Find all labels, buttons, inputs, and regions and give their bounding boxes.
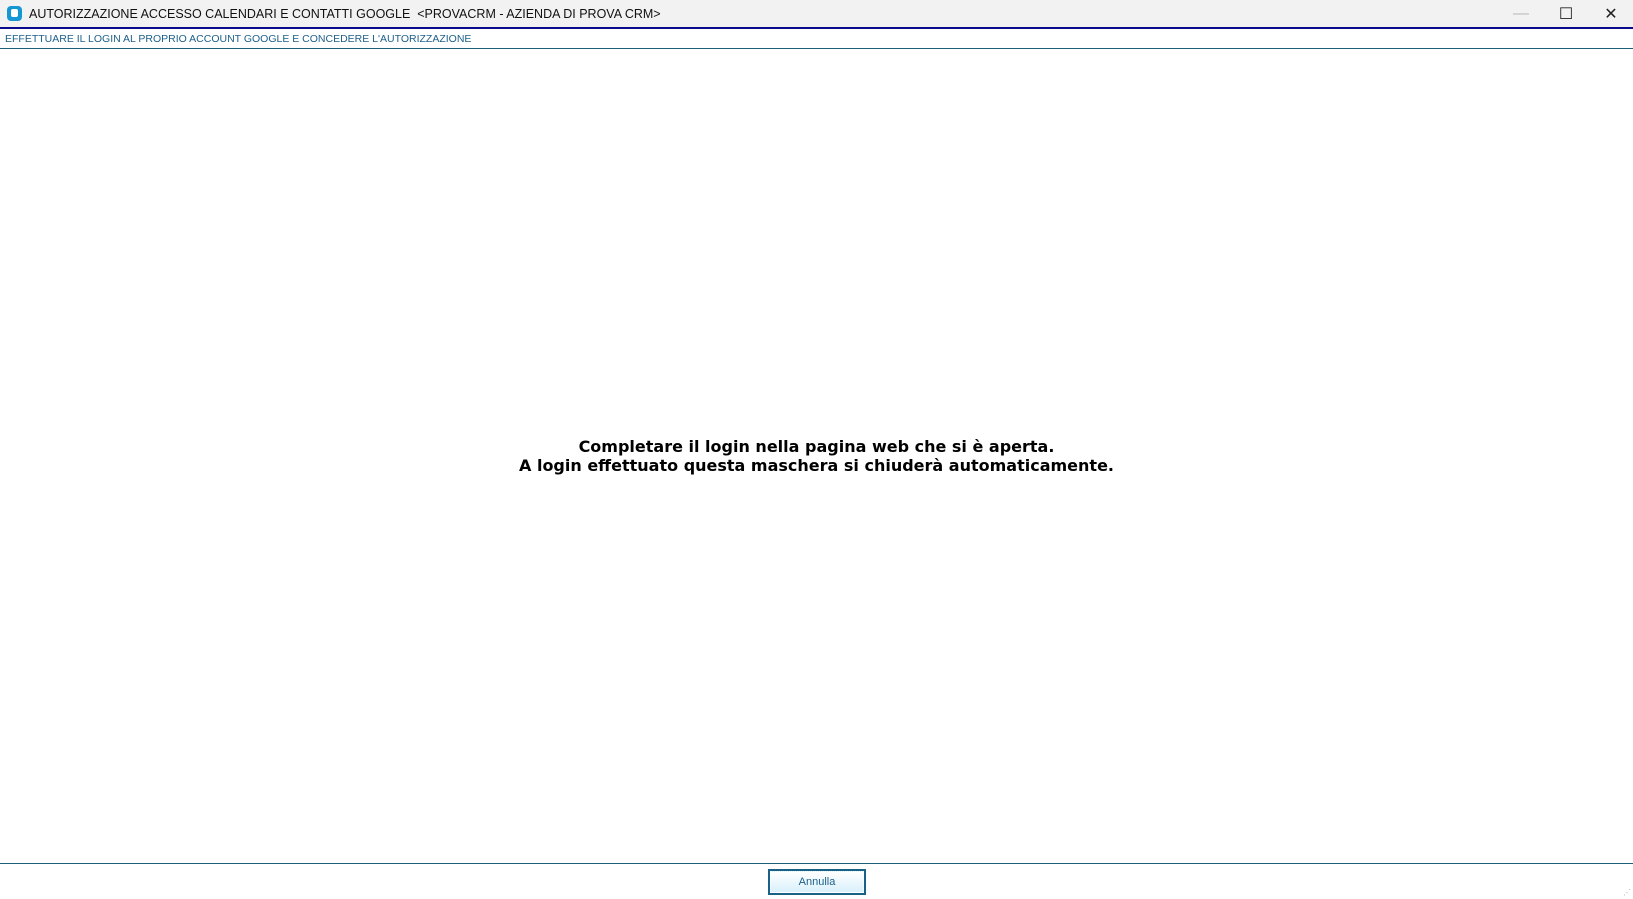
cancel-button[interactable]: Annulla — [768, 869, 866, 895]
close-button[interactable]: ✕ — [1588, 0, 1633, 27]
window-title: AUTORIZZAZIONE ACCESSO CALENDARI E CONTA… — [29, 7, 661, 21]
minimize-button[interactable]: — — [1498, 0, 1544, 27]
cancel-button-label: Annulla — [770, 871, 864, 893]
message-line-2: A login effettuato questa maschera si ch… — [519, 456, 1114, 475]
maximize-button[interactable]: ☐ — [1543, 0, 1589, 27]
app-icon — [7, 6, 22, 21]
footer-divider — [0, 863, 1633, 864]
resize-grip-icon[interactable]: ⋰ — [1623, 889, 1631, 897]
instruction-text: EFFETTUARE IL LOGIN AL PROPRIO ACCOUNT G… — [5, 33, 472, 45]
status-message: Completare il login nella pagina web che… — [0, 437, 1633, 475]
instruction-header: EFFETTUARE IL LOGIN AL PROPRIO ACCOUNT G… — [0, 29, 1633, 49]
message-line-1: Completare il login nella pagina web che… — [578, 437, 1055, 456]
title-bar: AUTORIZZAZIONE ACCESSO CALENDARI E CONTA… — [0, 0, 1633, 29]
